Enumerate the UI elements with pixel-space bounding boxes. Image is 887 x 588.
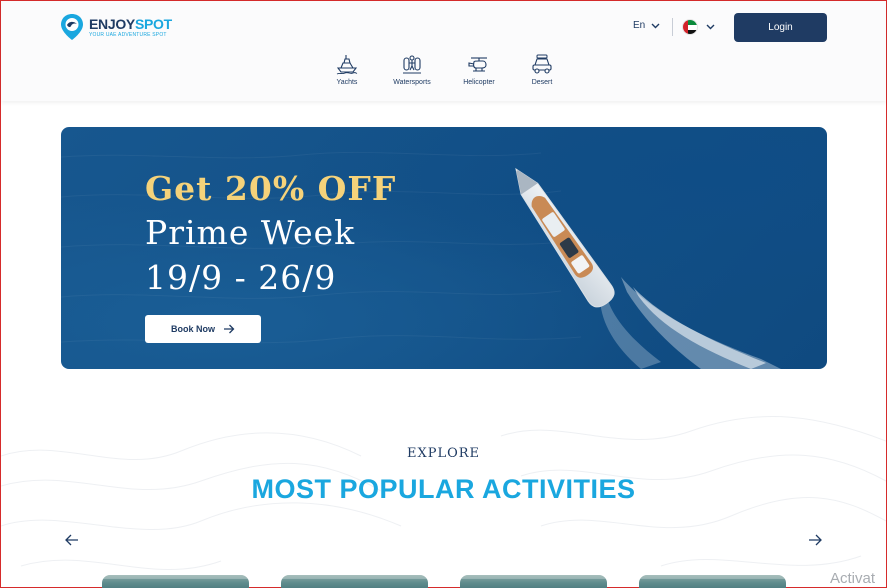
arrow-right-icon [224, 324, 235, 334]
uae-flag-icon [682, 19, 698, 35]
arrow-left-icon [65, 534, 78, 546]
helicopter-icon [468, 57, 487, 72]
carousel-prev-button[interactable] [64, 532, 80, 548]
brand-tagline: YOUR UAE ADVENTURE SPOT [89, 31, 167, 38]
activity-card[interactable] [639, 575, 786, 588]
logo-pin-icon [61, 14, 83, 40]
section-title: MOST POPULAR ACTIVITIES [251, 474, 636, 504]
promo-discount: Get 20% OFF [145, 169, 397, 208]
section-eyebrow: EXPLORE [406, 446, 481, 461]
desert-car-icon [532, 54, 552, 74]
activity-card[interactable] [460, 575, 607, 588]
nav-label: Watersports [393, 79, 431, 86]
nav-item-helicopter[interactable]: Helicopter [449, 53, 509, 86]
promo-event: Prime Week [145, 213, 356, 252]
brand-name: ENJOYSPOT [89, 15, 172, 32]
language-label: En [633, 20, 646, 31]
activity-card[interactable] [102, 575, 249, 588]
arrow-right-icon [809, 534, 822, 546]
book-now-label: Book Now [171, 324, 215, 334]
nav-label: Helicopter [463, 79, 495, 86]
nav-item-watersports[interactable]: Watersports [382, 53, 442, 86]
os-activation-watermark: Activat [830, 570, 876, 587]
watersports-icon [403, 55, 421, 74]
nav-label: Desert [531, 79, 553, 86]
language-selector[interactable]: En [633, 20, 660, 31]
site-header: ENJOYSPOT YOUR UAE ADVENTURE SPOT En Log… [1, 1, 886, 101]
country-selector[interactable] [682, 19, 715, 35]
promo-dates: 19/9 - 26/9 [145, 258, 337, 297]
activity-card[interactable] [281, 575, 428, 588]
promo-banner: Get 20% OFF Prime Week 19/9 - 26/9 Book … [61, 127, 827, 369]
login-button[interactable]: Login [734, 13, 827, 42]
nav-item-desert[interactable]: Desert [512, 53, 572, 86]
nav-item-yachts[interactable]: Yachts [317, 53, 377, 86]
yacht-icon [336, 55, 358, 75]
chevron-down-icon [651, 23, 660, 28]
book-now-button[interactable]: Book Now [145, 315, 261, 343]
carousel-next-button[interactable] [807, 532, 823, 548]
chevron-down-icon [706, 24, 715, 30]
nav-label: Yachts [336, 79, 358, 86]
header-divider [672, 18, 673, 36]
brand-logo[interactable]: ENJOYSPOT YOUR UAE ADVENTURE SPOT [60, 13, 172, 41]
